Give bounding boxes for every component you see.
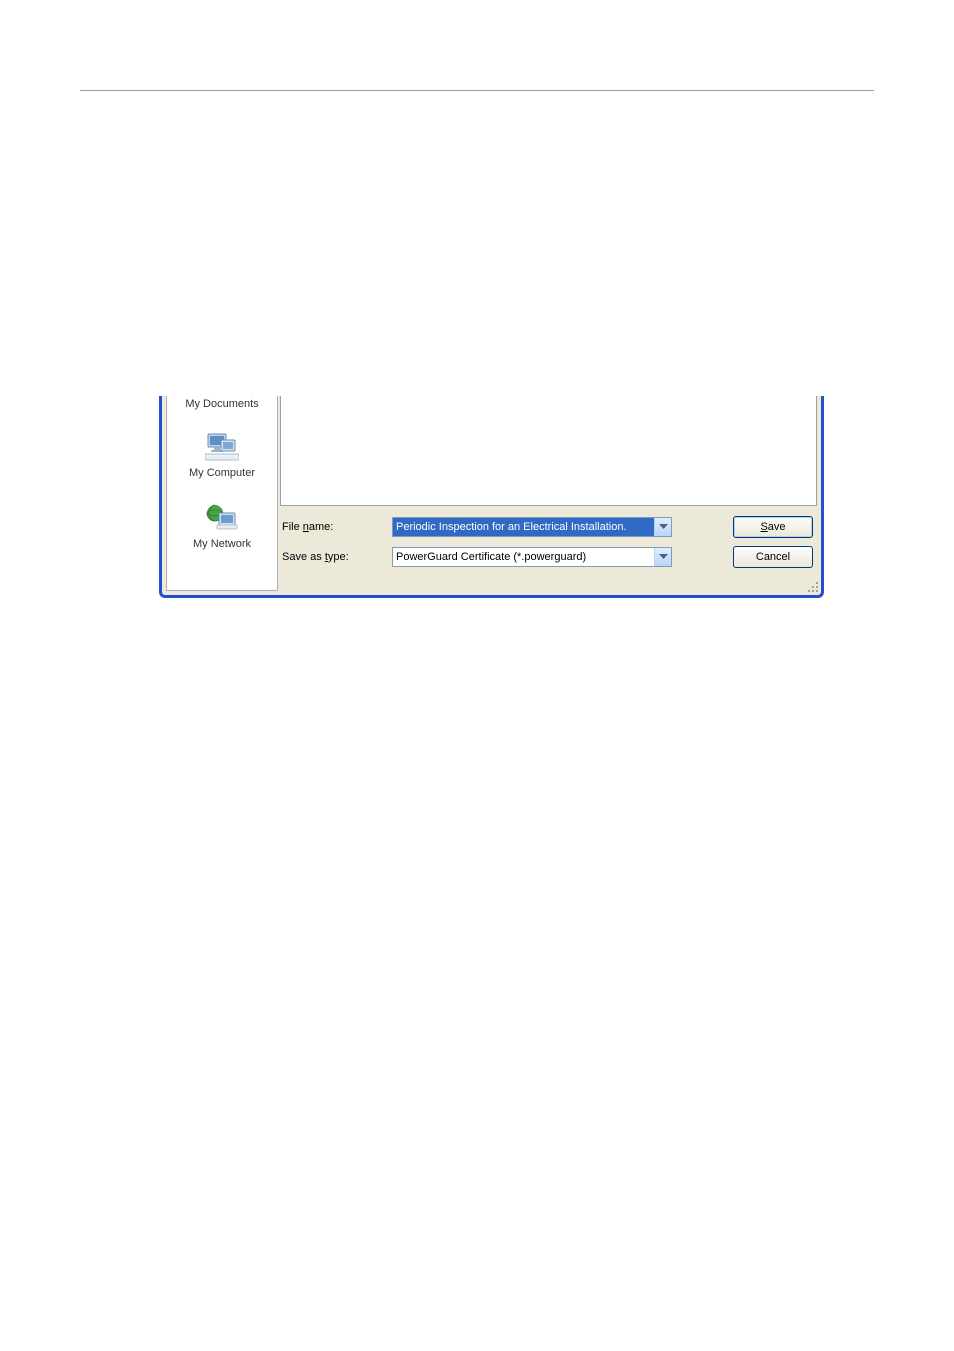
save-as-type-combo[interactable]: PowerGuard Certificate (*.powerguard) (392, 547, 672, 567)
places-my-network[interactable]: My Network (167, 499, 277, 556)
file-name-combo[interactable]: Periodic Inspection for an Electrical In… (392, 517, 672, 537)
file-name-value[interactable]: Periodic Inspection for an Electrical In… (393, 518, 654, 536)
save-button-accel: S (760, 521, 767, 533)
cancel-button-label: Cancel (756, 551, 790, 563)
save-as-type-label: Save as type: (282, 551, 392, 563)
save-as-type-dropdown-button[interactable] (654, 548, 671, 566)
save-dialog-partial: My Documents My Computer (159, 396, 824, 598)
save-as-type-value: PowerGuard Certificate (*.powerguard) (393, 548, 654, 566)
save-button[interactable]: Save (733, 516, 813, 538)
dialog-frame: My Documents My Computer (159, 396, 824, 598)
page-divider (80, 90, 874, 91)
resize-grip[interactable] (805, 579, 819, 593)
places-label: My Documents (185, 398, 258, 410)
file-name-label: File name: (282, 521, 392, 533)
places-bar: My Documents My Computer (166, 396, 278, 591)
places-my-documents[interactable]: My Documents (167, 396, 277, 416)
places-label: My Computer (189, 467, 255, 479)
cancel-button[interactable]: Cancel (733, 546, 813, 568)
places-label: My Network (193, 538, 251, 550)
file-name-dropdown-button[interactable] (654, 518, 671, 536)
computer-icon (205, 432, 239, 465)
network-icon (205, 503, 239, 536)
save-button-rest: ave (768, 521, 786, 533)
file-list-area[interactable] (280, 396, 817, 506)
places-my-computer[interactable]: My Computer (167, 428, 277, 485)
save-as-type-row: Save as type: PowerGuard Certificate (*.… (282, 546, 813, 568)
form-area: File name: Periodic Inspection for an El… (282, 516, 813, 576)
file-name-row: File name: Periodic Inspection for an El… (282, 516, 813, 538)
